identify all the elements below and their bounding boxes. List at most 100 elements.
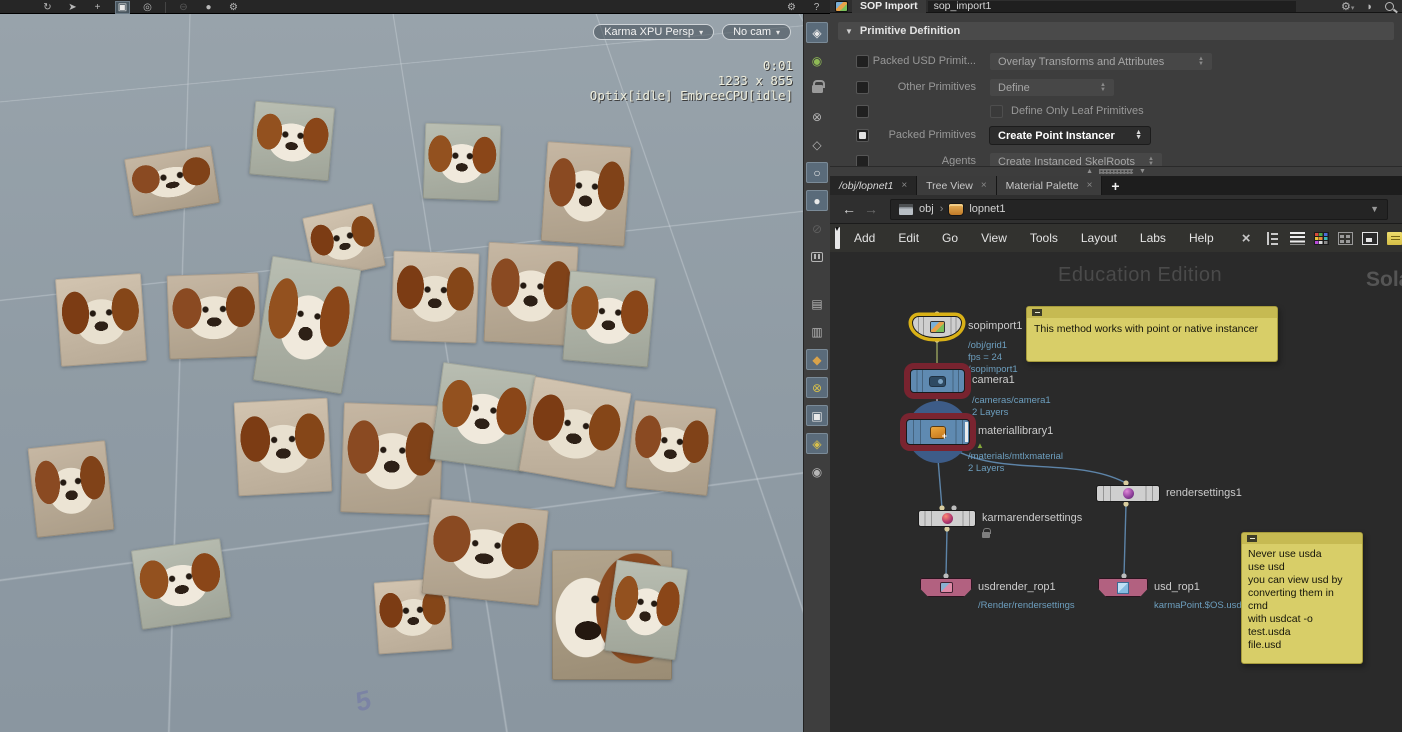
tab--obj-lopnet1[interactable]: /obj/lopnet1× bbox=[830, 176, 917, 195]
network-editor[interactable]: Education Edition Sola bbox=[830, 252, 1402, 732]
breadcrumb[interactable]: obj › lopnet1 ▼ bbox=[890, 199, 1388, 220]
sticky-note-header[interactable] bbox=[1027, 307, 1277, 318]
back-arrow-icon[interactable]: ← bbox=[842, 201, 856, 217]
menu-layout[interactable]: Layout bbox=[1081, 231, 1117, 245]
dog-instance-image bbox=[167, 272, 262, 359]
dropdown-packed-usd[interactable]: Overlay Transforms and Attributes ▲▼ bbox=[990, 53, 1212, 70]
material-shading-icon[interactable]: ● bbox=[806, 190, 828, 211]
mplay-icon[interactable]: ⊖ bbox=[176, 1, 191, 14]
breadcrumb-obj[interactable]: obj bbox=[919, 203, 934, 215]
list-view-icon[interactable] bbox=[1290, 232, 1305, 245]
environment-map-icon[interactable]: ◉ bbox=[806, 461, 828, 482]
menu-view[interactable]: View bbox=[981, 231, 1007, 245]
menu-help[interactable]: Help bbox=[1189, 231, 1214, 245]
handles-tool-icon[interactable]: + bbox=[90, 1, 105, 14]
sticky-note-usda[interactable]: Never use usda use usd you can view usd … bbox=[1241, 532, 1363, 664]
node-karmarendersettings[interactable]: karmarendersettings bbox=[918, 510, 976, 527]
pause-render-icon[interactable] bbox=[806, 246, 828, 267]
toggle-define-leaf[interactable] bbox=[990, 105, 1003, 118]
menu-add[interactable]: Add bbox=[854, 231, 875, 245]
sticky-note-header[interactable] bbox=[1242, 533, 1362, 544]
checkbox-packed-primitives[interactable] bbox=[856, 129, 869, 142]
menu-go[interactable]: Go bbox=[942, 231, 958, 245]
presets-icon[interactable]: ◗ bbox=[1366, 1, 1373, 13]
tab-material-palette[interactable]: Material Palette× bbox=[997, 176, 1103, 195]
menu-edit[interactable]: Edit bbox=[898, 231, 919, 245]
path-dropdown-icon[interactable]: ▼ bbox=[1370, 204, 1379, 214]
color-palette-icon[interactable] bbox=[1314, 232, 1329, 245]
spinner-icon[interactable]: ▲▼ bbox=[1125, 131, 1142, 140]
dropdown-packed-primitives[interactable]: Create Point Instancer ▲▼ bbox=[990, 127, 1150, 144]
close-icon[interactable]: × bbox=[901, 180, 907, 191]
windows-icon[interactable] bbox=[1362, 232, 1378, 245]
node-sopimport1[interactable]: sopimport1 /obj/grid1 fps = 24 /sopimpor… bbox=[912, 316, 962, 338]
layer-badge-icon: ▲ bbox=[976, 441, 984, 450]
menu-tools[interactable]: Tools bbox=[1030, 231, 1058, 245]
zoom-tool-icon[interactable]: ◎ bbox=[140, 1, 155, 14]
param-label: Packed Primitives bbox=[870, 129, 976, 141]
tools-icon[interactable]: × bbox=[1238, 231, 1255, 246]
snapshot-tool-icon[interactable]: ▣ bbox=[115, 1, 130, 14]
sticky-note-icon[interactable] bbox=[1387, 232, 1402, 245]
display-materials-icon[interactable]: ◆ bbox=[806, 349, 828, 370]
ghost-objects-icon[interactable]: ◉ bbox=[806, 50, 828, 71]
hidden-objects-icon[interactable]: ⊘ bbox=[806, 218, 828, 239]
render-region-icon[interactable]: ● bbox=[201, 1, 216, 14]
forward-arrow-icon[interactable]: → bbox=[864, 201, 878, 217]
tab-tree-view[interactable]: Tree View× bbox=[917, 176, 997, 195]
camera-selector[interactable]: No cam ▾ bbox=[722, 24, 791, 40]
node-usdrender-rop1[interactable]: usdrender_rop1 /Render/rendersettings bbox=[920, 578, 972, 597]
tree-view-icon[interactable] bbox=[1264, 231, 1281, 246]
select-tool-icon[interactable]: ➤ bbox=[65, 1, 80, 14]
camera-display-icon[interactable]: ▣ bbox=[806, 405, 828, 426]
menu-labs[interactable]: Labs bbox=[1140, 231, 1166, 245]
search-icon[interactable] bbox=[1385, 2, 1394, 11]
close-icon[interactable]: × bbox=[1087, 180, 1093, 191]
viewport-help-icon[interactable]: ? bbox=[809, 1, 824, 14]
hide-origin-axis-icon[interactable]: ⊗ bbox=[806, 377, 828, 398]
network-vscrollbar[interactable] bbox=[835, 227, 840, 249]
checkbox-packed-usd[interactable] bbox=[856, 55, 869, 68]
usd-rop-node-icon bbox=[1118, 583, 1128, 593]
breadcrumb-lopnet1[interactable]: lopnet1 bbox=[969, 203, 1005, 215]
high-quality-lighting-icon[interactable]: ○ bbox=[806, 162, 828, 183]
node-info: /materials/mtlxmaterial 2 Layers bbox=[968, 451, 1063, 475]
checkbox-other-primitives[interactable] bbox=[856, 81, 869, 94]
viewport-options-gear-icon[interactable]: ⚙ bbox=[784, 1, 799, 14]
spinner-icon[interactable]: ▲▼ bbox=[1188, 57, 1204, 66]
section-primitive-definition[interactable]: ▼ Primitive Definition bbox=[838, 22, 1394, 40]
add-tab-button[interactable]: + bbox=[1102, 176, 1128, 195]
spinner-icon[interactable]: ▲▼ bbox=[1138, 157, 1154, 166]
scene-viewport[interactable]: 5 Karma XPU Persp ▾ No cam ▾ 0:01 1233 x… bbox=[0, 14, 803, 732]
node-camera1[interactable]: camera1 /cameras/camera1 2 Layers bbox=[910, 369, 965, 393]
pane-splitter[interactable]: ▲▼ bbox=[830, 166, 1402, 176]
lock-camera-icon[interactable] bbox=[806, 78, 828, 99]
node-usd-rop1[interactable]: usd_rop1 karmaPoint.$OS.usda bbox=[1098, 578, 1148, 597]
camera-label: No cam bbox=[733, 26, 771, 38]
view-tool-icon[interactable]: ↻ bbox=[40, 1, 55, 14]
splitter-grip[interactable] bbox=[1099, 169, 1133, 174]
render-settings-icon[interactable]: ⚙ bbox=[226, 1, 241, 14]
headlight-lighting-icon[interactable]: ⊗ bbox=[806, 106, 828, 127]
gear-icon[interactable]: ⚙▾ bbox=[1341, 0, 1354, 13]
pivot-display-icon[interactable]: ◈ bbox=[806, 433, 828, 454]
node-rendersettings1[interactable]: rendersettings1 bbox=[1096, 485, 1160, 502]
breadcrumb-separator: › bbox=[940, 203, 944, 215]
node-materiallibrary1[interactable]: materiallibrary1 ▲ /materials/mtlxmateri… bbox=[906, 419, 970, 445]
spinner-icon[interactable]: ▲▼ bbox=[1090, 83, 1106, 92]
minimize-icon[interactable] bbox=[1032, 309, 1042, 316]
close-icon[interactable]: × bbox=[981, 180, 987, 191]
splitter-down-icon[interactable]: ▼ bbox=[1139, 168, 1146, 175]
sticky-note-instancer[interactable]: This method works with point or native i… bbox=[1026, 306, 1278, 362]
node-name-field[interactable]: sop_import1 bbox=[928, 1, 1296, 12]
renderer-selector[interactable]: Karma XPU Persp ▾ bbox=[593, 24, 714, 40]
export-view-icon[interactable]: ▥ bbox=[806, 321, 828, 342]
dropdown-other-primitives[interactable]: Define ▲▼ bbox=[990, 79, 1114, 96]
display-options-icon[interactable]: ◈ bbox=[806, 22, 828, 43]
grid-layout-icon[interactable] bbox=[1338, 232, 1353, 245]
normal-lighting-icon[interactable]: ◇ bbox=[806, 134, 828, 155]
splitter-up-icon[interactable]: ▲ bbox=[1086, 168, 1093, 175]
minimize-icon[interactable] bbox=[1247, 535, 1257, 542]
checkbox-leaf-primitives[interactable] bbox=[856, 105, 869, 118]
snapshot-gallery-icon[interactable]: ▤ bbox=[806, 293, 828, 314]
